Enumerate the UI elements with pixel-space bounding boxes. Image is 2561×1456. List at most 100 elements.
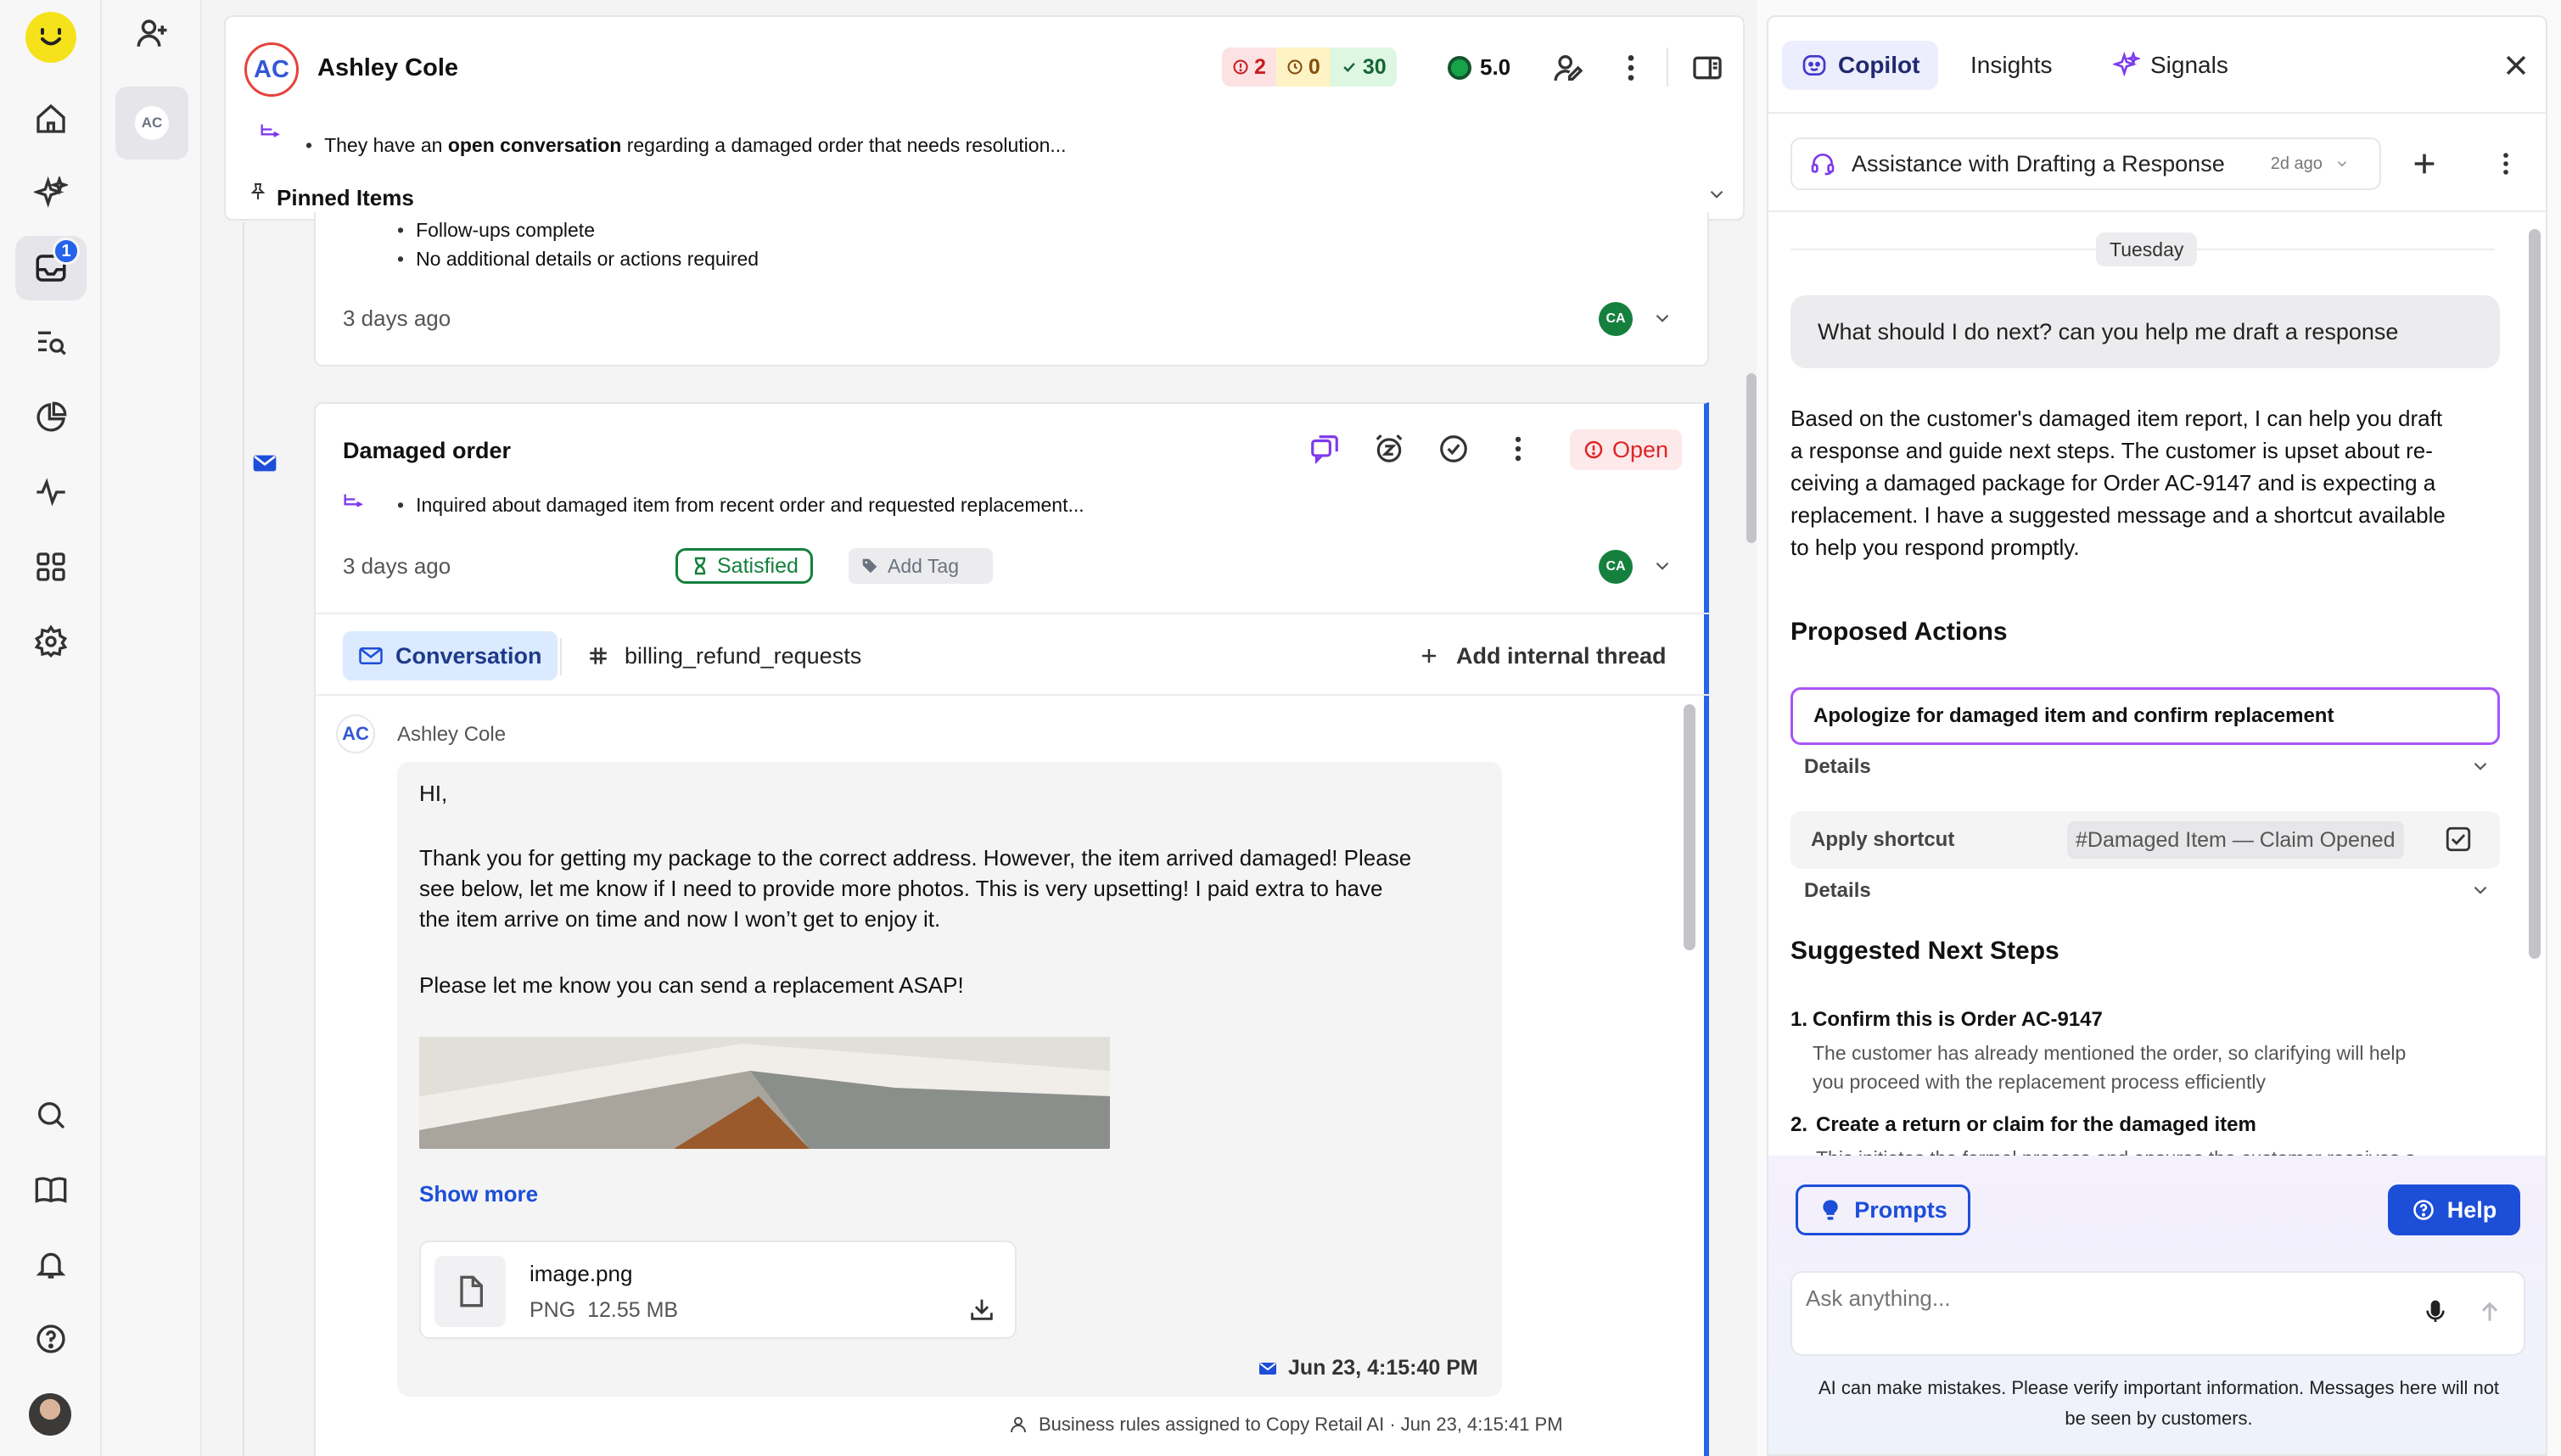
- contacts-column: AC: [102, 0, 202, 1456]
- assistant-reply-line: to help you respond promptly.: [1790, 535, 2080, 560]
- satisfaction-badge[interactable]: Satisfied: [675, 548, 813, 584]
- new-thread-plus-icon[interactable]: [2410, 149, 2439, 178]
- headset-icon: [1809, 150, 1836, 177]
- home-icon[interactable]: [15, 87, 87, 151]
- tab-conversation[interactable]: Conversation: [343, 631, 558, 680]
- message-line: Please let me know you can send a replac…: [419, 972, 964, 998]
- send-arrow-icon[interactable]: [2476, 1298, 2503, 1325]
- alert-circle-icon: [1233, 59, 1248, 75]
- resolve-check-icon[interactable]: [1437, 433, 1470, 465]
- chevron-down-icon[interactable]: [1651, 307, 1673, 329]
- help-button[interactable]: Help: [2388, 1184, 2520, 1235]
- divider: [316, 613, 1711, 614]
- snooze-alarm-icon[interactable]: [1373, 433, 1405, 465]
- tab-divider: [560, 638, 562, 675]
- microphone-icon[interactable]: [2422, 1298, 2449, 1325]
- assign-user-icon[interactable]: [1551, 51, 1585, 85]
- proposed-action-shortcut[interactable]: Apply shortcut #Damaged Item — Claim Ope…: [1790, 811, 2500, 869]
- checkbox-icon[interactable]: [2444, 825, 2473, 854]
- prev-bullet-1: Follow-ups complete: [397, 219, 595, 242]
- prev-time: 3 days ago: [343, 305, 451, 331]
- step-title: Confirm this is Order AC-9147: [1813, 1008, 2103, 1031]
- chevron-down-icon[interactable]: [1651, 555, 1673, 577]
- ai-summary-icon: [258, 120, 282, 144]
- message-line: Thank you for getting my package to the …: [419, 845, 1412, 871]
- status-badge[interactable]: Open: [1570, 429, 1683, 470]
- activity-icon[interactable]: [15, 460, 87, 524]
- sender-avatar: AC: [336, 714, 375, 753]
- more-vertical-icon[interactable]: [1502, 433, 1534, 465]
- divider: [316, 694, 1711, 696]
- attachment-card[interactable]: image.png PNG 12.55 MB: [419, 1240, 1017, 1339]
- ask-input[interactable]: [1806, 1281, 2400, 1315]
- search-icon[interactable]: [15, 1083, 87, 1147]
- copilot-scrollbar[interactable]: [2529, 214, 2542, 1164]
- assignee-avatar: CA: [1599, 302, 1633, 336]
- smiley-icon: [1448, 55, 1471, 80]
- attached-photo-preview[interactable]: [419, 1037, 1110, 1149]
- show-more-link[interactable]: Show more: [419, 1181, 538, 1207]
- ticket-time: 3 days ago: [343, 553, 451, 579]
- thread-selector[interactable]: Assistance with Drafting a Response 2d a…: [1790, 137, 2381, 190]
- help-circle-icon[interactable]: [15, 1307, 87, 1371]
- bell-icon[interactable]: [15, 1232, 87, 1296]
- toggle-panel-icon[interactable]: [1690, 51, 1724, 85]
- inbox-icon[interactable]: 1: [15, 236, 87, 300]
- previous-conversation-card[interactable]: Follow-ups complete No additional detail…: [314, 212, 1709, 367]
- conversation-main: AC Ashley Cole 2 0 30 5.0 • They have an…: [202, 0, 1757, 1456]
- add-user-icon[interactable]: [134, 15, 170, 51]
- add-tag-button[interactable]: Add Tag: [849, 548, 993, 584]
- details-toggle[interactable]: Details: [1804, 879, 1871, 903]
- resolved-chip[interactable]: 30: [1330, 48, 1397, 87]
- csat-score[interactable]: 5.0: [1448, 54, 1510, 81]
- divider: [1768, 112, 2546, 114]
- more-vertical-icon[interactable]: [2491, 149, 2520, 178]
- proposed-actions-title: Proposed Actions: [1790, 618, 2008, 646]
- current-user-avatar[interactable]: [29, 1393, 71, 1436]
- scrollbar-thumb[interactable]: [2529, 229, 2541, 959]
- tab-slack-channel[interactable]: billing_refund_requests: [587, 631, 861, 680]
- app-logo[interactable]: [25, 12, 76, 63]
- search-list-icon[interactable]: [15, 311, 87, 375]
- apps-grid-icon[interactable]: [15, 535, 87, 599]
- pie-chart-icon[interactable]: [15, 385, 87, 450]
- contact-name[interactable]: Ashley Cole: [317, 54, 458, 82]
- settings-gear-icon[interactable]: [15, 609, 87, 674]
- help-circle-icon: [2412, 1200, 2434, 1220]
- more-vertical-icon[interactable]: [1614, 51, 1648, 85]
- pending-chip[interactable]: 0: [1275, 48, 1331, 87]
- add-internal-thread-button[interactable]: Add internal thread: [1419, 631, 1667, 680]
- chevron-down-icon[interactable]: [2469, 879, 2491, 901]
- pinned-items-label[interactable]: Pinned Items: [277, 185, 414, 211]
- download-icon[interactable]: [967, 1295, 996, 1324]
- ticket-title[interactable]: Damaged order: [343, 438, 511, 464]
- lightbulb-icon: [1823, 1200, 1838, 1220]
- main-scrollbar-thumb[interactable]: [1746, 373, 1757, 543]
- clock-icon: [1287, 59, 1303, 75]
- chevron-down-icon[interactable]: [1706, 183, 1728, 205]
- message-timestamp: Jun 23, 4:15:40 PM: [1258, 1356, 1478, 1380]
- scrollbar-thumb[interactable]: [1684, 704, 1695, 950]
- contact-avatar-button[interactable]: AC: [115, 87, 188, 160]
- book-icon[interactable]: [15, 1157, 87, 1222]
- details-toggle[interactable]: Details: [1804, 755, 1871, 779]
- chevron-down-icon[interactable]: [2469, 755, 2491, 777]
- chevron-down-icon: [2334, 156, 2350, 171]
- open-issues-chip[interactable]: 2: [1222, 48, 1276, 87]
- tab-insights[interactable]: Insights: [1952, 41, 2071, 90]
- message-scrollbar[interactable]: [1684, 699, 1697, 1378]
- copilot-icon: [1802, 55, 1826, 76]
- tab-signals[interactable]: Signals: [2094, 41, 2247, 90]
- step-number: 1.: [1790, 1008, 1808, 1031]
- next-steps-title: Suggested Next Steps: [1790, 937, 2059, 965]
- proposed-action-apologize[interactable]: Apologize for damaged item and confirm r…: [1790, 687, 2500, 745]
- ask-input-box[interactable]: [1790, 1271, 2525, 1356]
- mail-icon: [1259, 1362, 1276, 1375]
- tab-copilot[interactable]: Copilot: [1782, 41, 1939, 90]
- sparkles-icon[interactable]: [15, 161, 87, 226]
- pin-icon: [248, 182, 268, 202]
- prompts-button[interactable]: Prompts: [1796, 1184, 1970, 1235]
- close-icon[interactable]: [2502, 51, 2530, 80]
- divider: [1768, 210, 2546, 212]
- chat-bubbles-icon[interactable]: [1309, 433, 1341, 465]
